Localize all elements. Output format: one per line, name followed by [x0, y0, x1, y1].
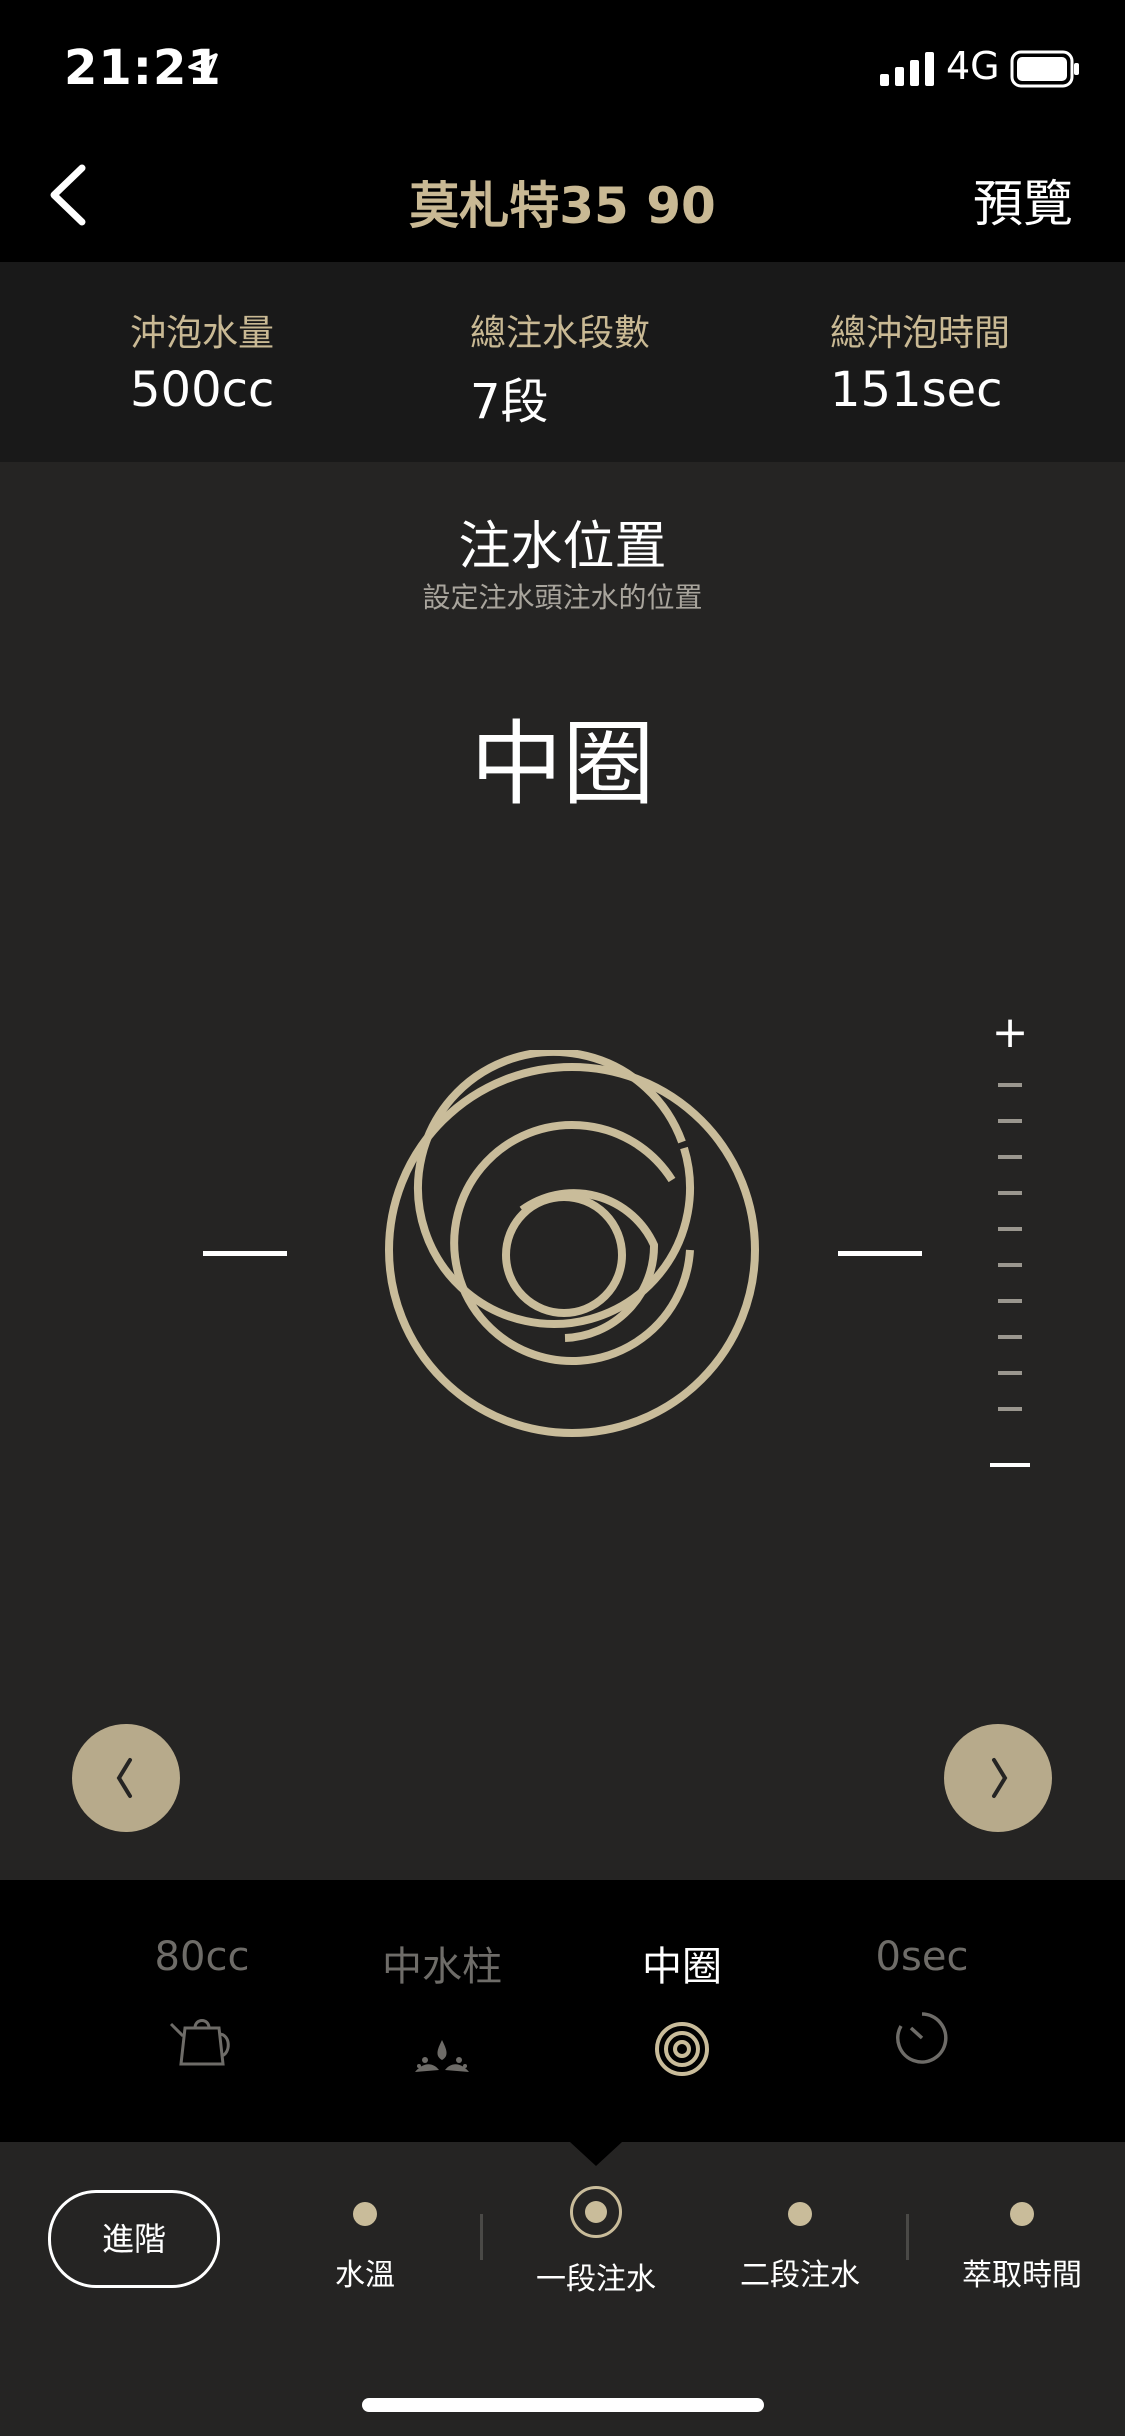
step-label: 二段注水	[740, 2258, 860, 2293]
pour-position-text: 中圈	[642, 1944, 722, 1990]
decrease-button[interactable]	[203, 1251, 287, 1256]
pour-summary-strip: 80cc 中水柱 中圈 0sec	[0, 1880, 1125, 2142]
pour-flow-item[interactable]: 中水柱	[322, 1934, 562, 2084]
current-position-value: 中圈	[470, 711, 655, 818]
level-scale[interactable]: +	[985, 1005, 1035, 1475]
location-arrow-icon	[188, 53, 218, 84]
chevron-left-icon	[116, 1758, 132, 1798]
step-label: 一段注水	[536, 2262, 656, 2297]
kettle-icon	[169, 2019, 230, 2066]
step-dot	[1010, 2202, 1034, 2226]
step-extraction-time[interactable]: 萃取時間	[932, 2182, 1112, 2294]
step-second-pour[interactable]: 二段注水	[710, 2182, 890, 2294]
pour-time-text: 0sec	[875, 1934, 969, 1980]
pour-position-spiral-icon[interactable]	[372, 1050, 772, 1450]
step-dot	[353, 2202, 377, 2226]
spiral-icon	[655, 2022, 709, 2076]
water-column-icon	[415, 2040, 469, 2072]
pour-position-item[interactable]: 中圈	[562, 1934, 802, 2084]
pour-flow-text: 中水柱	[382, 1944, 502, 1990]
recipe-summary: 沖泡水量 500cc 總注水段數 7段 總沖泡時間 151sec	[0, 262, 1125, 462]
increase-button[interactable]	[838, 1251, 922, 1256]
summary-label: 總沖泡時間	[830, 313, 1011, 354]
step-label: 萃取時間	[962, 2258, 1082, 2293]
summary-label: 沖泡水量	[130, 313, 275, 354]
previous-button[interactable]	[72, 1724, 180, 1832]
summary-label: 總注水段數	[470, 313, 651, 354]
step-divider	[906, 2214, 909, 2260]
step-first-pour[interactable]: 一段注水	[506, 2182, 686, 2298]
preview-button[interactable]: 預覽	[973, 164, 1073, 236]
section-title: 注水位置	[458, 517, 667, 577]
signal-icon	[880, 52, 934, 86]
step-divider	[480, 2214, 483, 2260]
chevron-right-icon	[992, 1758, 1008, 1798]
step-label: 水溫	[335, 2258, 395, 2293]
summary-water-volume: 沖泡水量 500cc	[130, 304, 274, 418]
section-subtitle: 設定注水頭注水的位置	[422, 581, 703, 614]
step-dot-active	[570, 2186, 622, 2238]
battery-icon	[1010, 50, 1079, 88]
summary-pour-stages: 總注水段數 7段	[470, 304, 650, 432]
summary-value: 151sec	[830, 362, 1003, 418]
page-title: 莫札特35 90	[409, 177, 716, 235]
timer-icon	[896, 2012, 948, 2064]
pour-volume-item[interactable]: 80cc	[82, 1934, 322, 2072]
home-indicator[interactable]	[362, 2398, 764, 2412]
pour-volume-text: 80cc	[154, 1934, 250, 1980]
step-water-temperature[interactable]: 水溫	[275, 2182, 455, 2294]
advanced-button[interactable]: 進階	[48, 2190, 220, 2288]
pour-time-item[interactable]: 0sec	[802, 1934, 1042, 2072]
active-step-pointer	[570, 2142, 622, 2166]
svg-text:+: +	[992, 1007, 1029, 1058]
summary-value: 500cc	[130, 362, 275, 418]
network-type: 4G	[946, 44, 1000, 88]
summary-value: 7段	[470, 374, 549, 430]
next-button[interactable]	[944, 1724, 1052, 1832]
step-dot	[788, 2202, 812, 2226]
summary-brew-time: 總沖泡時間 151sec	[830, 304, 1010, 418]
